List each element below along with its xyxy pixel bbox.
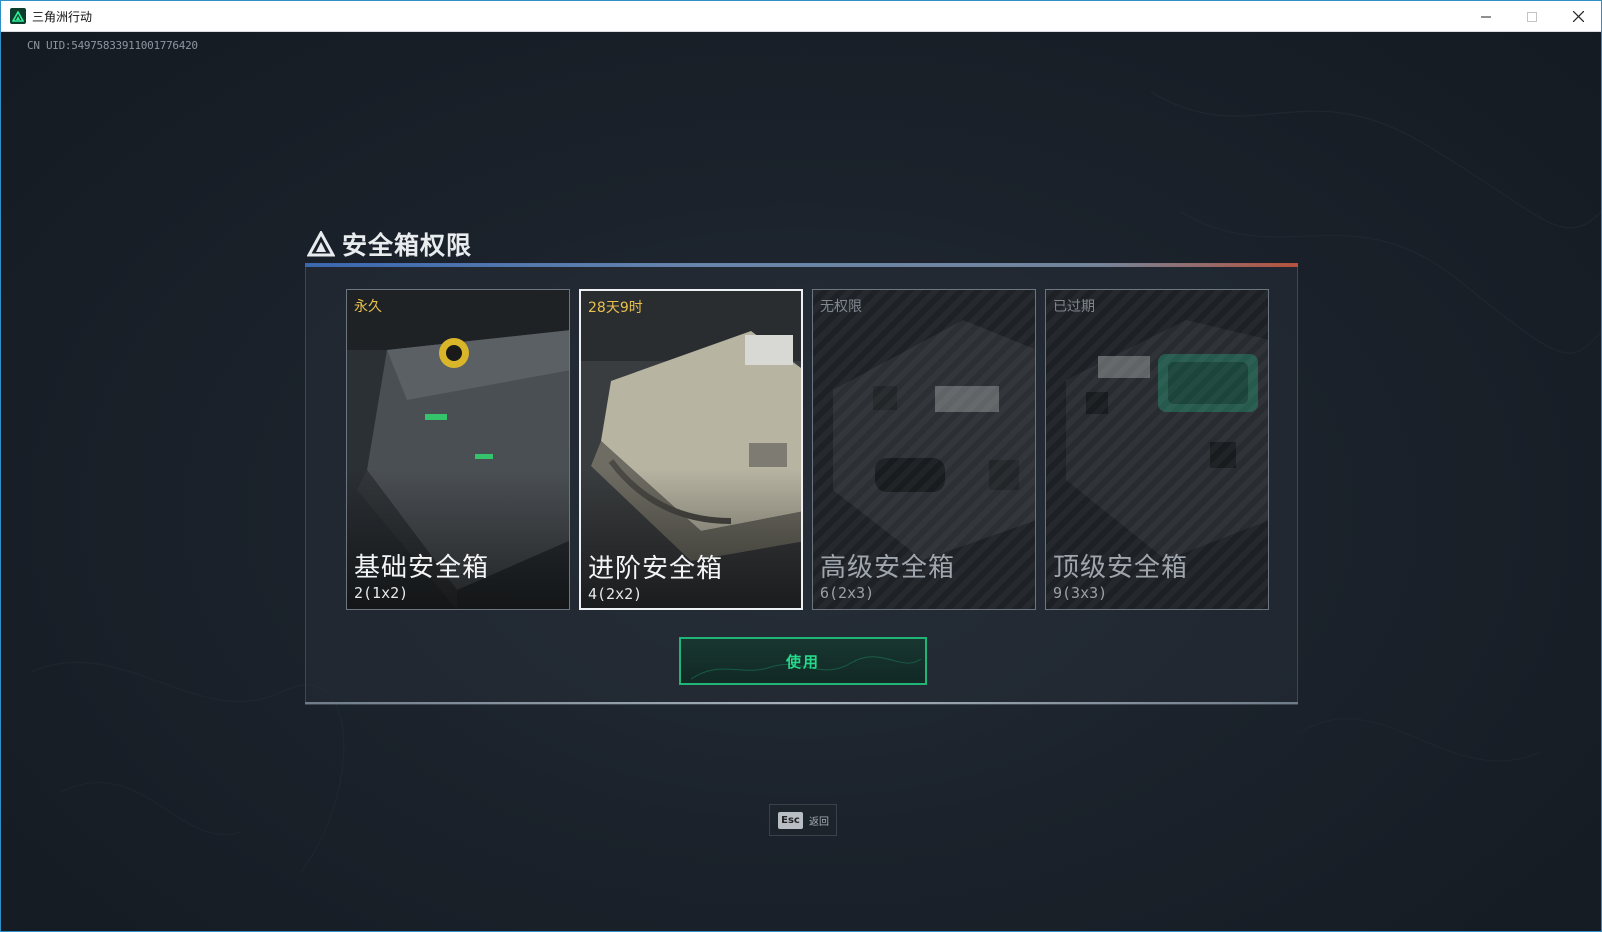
esc-key-icon: Esc [778, 811, 803, 829]
card-capacity: 2(1x2) [354, 584, 409, 602]
maximize-icon [1527, 11, 1537, 22]
maximize-button[interactable] [1509, 1, 1555, 32]
use-button-label: 使用 [785, 652, 820, 671]
delta-logo-icon [307, 231, 335, 257]
window-controls [1463, 1, 1601, 32]
card-status: 28天9时 [588, 300, 643, 316]
esc-label: 返回 [809, 816, 829, 828]
player-uid: CN UID:549758339110017764​20 [27, 39, 198, 52]
card-capacity: 4(2x2) [588, 585, 643, 603]
safe-box-card-advanced[interactable]: 28天9时 进阶安全箱 4(2x2) [579, 289, 803, 610]
window-title: 三角洲行动 [32, 9, 93, 24]
close-icon [1572, 11, 1584, 22]
card-name: 高级安全箱 [820, 553, 956, 583]
card-capacity: 9(3x3) [1053, 584, 1108, 602]
card-status: 无权限 [820, 299, 862, 315]
card-name: 顶级安全箱 [1053, 553, 1189, 583]
minimize-icon [1481, 16, 1491, 17]
minimize-button[interactable] [1463, 1, 1509, 32]
game-window: 三角洲行动 CN UID:549758339110017764​20 安全箱权限 [0, 0, 1602, 932]
card-status: 已过期 [1053, 299, 1095, 315]
card-name: 基础安全箱 [354, 553, 490, 583]
dialog-bottom-border [305, 702, 1298, 704]
card-name: 进阶安全箱 [588, 554, 724, 584]
safe-box-card-premium[interactable]: 无权限 高级安全箱 6(2x3) [812, 289, 1036, 610]
card-status: 永久 [354, 299, 382, 315]
safe-box-card-top[interactable]: 已过期 顶级安全箱 9(3x3) [1045, 289, 1269, 610]
dialog-title: 安全箱权限 [342, 231, 473, 260]
dialog-top-accent [305, 263, 1298, 267]
close-button[interactable] [1555, 1, 1601, 32]
use-button[interactable]: 使用 [679, 637, 927, 685]
app-logo-icon [10, 8, 26, 24]
safe-box-card-basic[interactable]: 永久 基础安全箱 2(1x2) [346, 289, 570, 610]
title-bar: 三角洲行动 [1, 1, 1601, 32]
esc-back-hint[interactable]: Esc 返回 [769, 804, 837, 836]
dialog-header: 安全箱权限 [307, 226, 472, 262]
card-capacity: 6(2x3) [820, 584, 875, 602]
